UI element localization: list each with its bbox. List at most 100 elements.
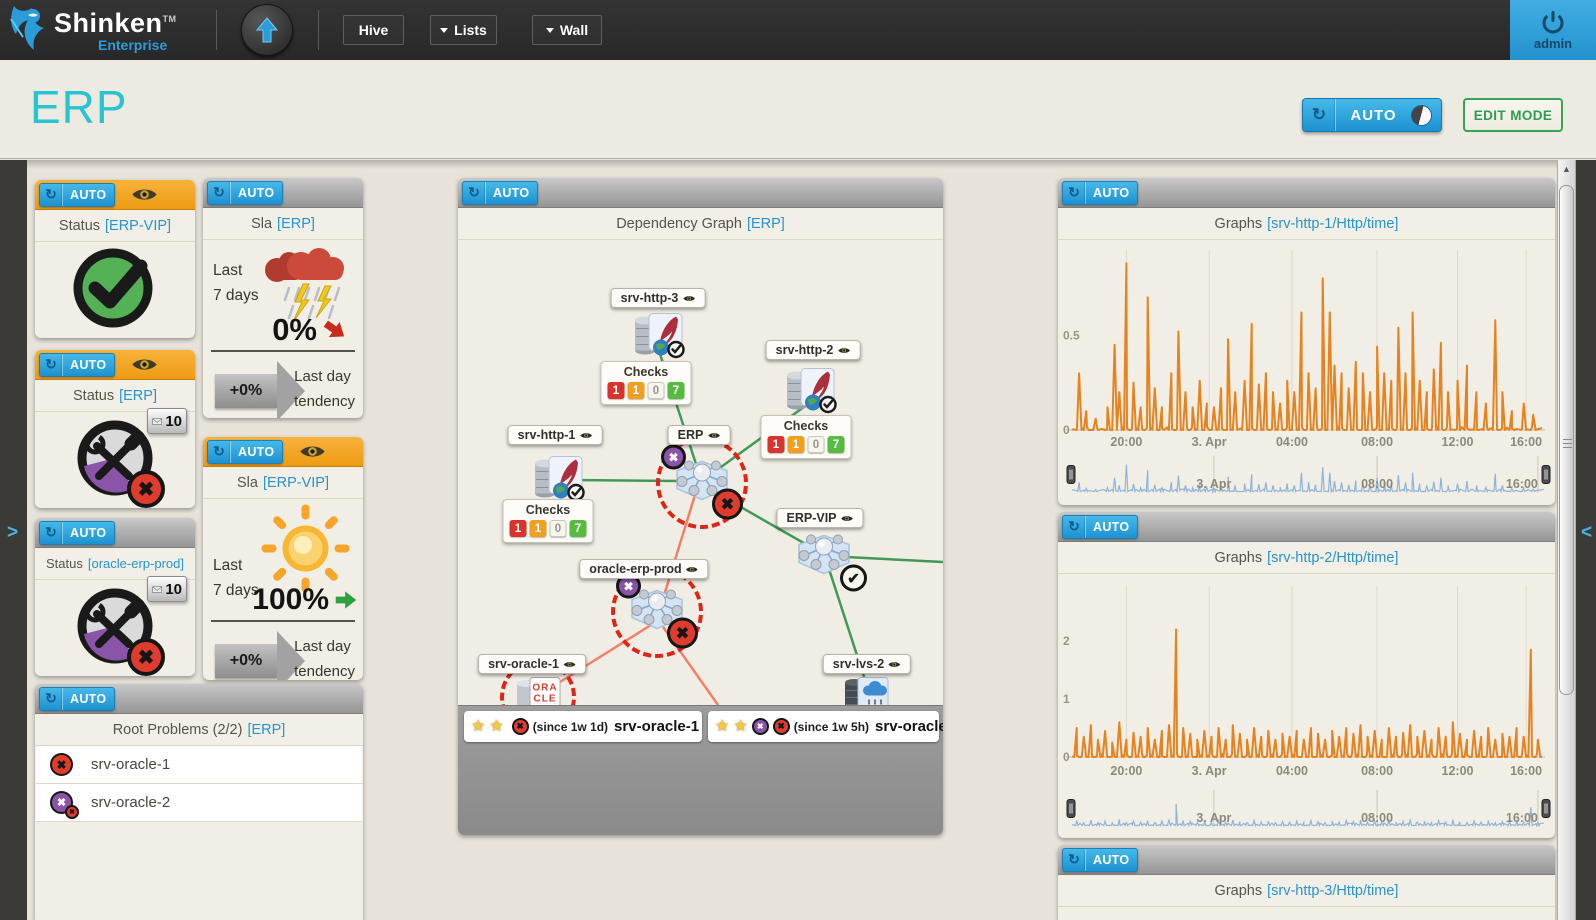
- scroll-top-button[interactable]: [241, 4, 293, 56]
- auto-refresh-button[interactable]: ↻ AUTO: [462, 181, 538, 205]
- title-link[interactable]: [ERP-VIP]: [105, 218, 171, 234]
- title-link[interactable]: [oracle-erp-prod]: [88, 556, 184, 571]
- svg-text:0: 0: [1063, 750, 1070, 764]
- title-link[interactable]: [ERP]: [277, 216, 315, 232]
- eye-icon: [682, 294, 695, 303]
- eye-icon: [707, 431, 720, 440]
- widget-header: ↻ AUTO: [35, 350, 195, 380]
- critical-status-icon: ✖: [512, 718, 529, 735]
- graph-node-ERP-VIP[interactable]: ✔: [791, 529, 857, 586]
- problem-summary-pill[interactable]: ★ ★ ✖ ✖ (since 1w 5h) srv-oracle-2: [708, 711, 939, 742]
- check-count-badge: 1: [608, 382, 625, 399]
- graph-node-label[interactable]: srv-lvs-2: [823, 654, 911, 674]
- widget-dependency-graph: ↻ AUTO Dependency Graph[ERP] srv-http-3C…: [458, 178, 943, 835]
- tendency-label: Last daytendency: [294, 364, 355, 414]
- user-menu[interactable]: admin: [1510, 0, 1596, 60]
- menu-lists[interactable]: Lists: [430, 15, 497, 45]
- menu-wall[interactable]: Wall: [532, 15, 602, 45]
- toggle-state-icon[interactable]: [1411, 105, 1432, 126]
- graph-node-label[interactable]: ERP-VIP: [776, 508, 863, 528]
- auto-refresh-button[interactable]: ↻ AUTO: [39, 183, 115, 207]
- graph-node-label[interactable]: oracle-erp-prod: [579, 559, 708, 579]
- checks-summary[interactable]: Checks1107: [601, 361, 692, 405]
- check-count-badge: 0: [550, 520, 567, 537]
- auto-refresh-button[interactable]: ↻ AUTO: [207, 440, 283, 464]
- timeseries-svg: 0.5020:003. Apr04:0008:0012:0016:003. Ap…: [1058, 240, 1555, 505]
- divider: [211, 620, 355, 622]
- graph-node-srv-oracle-1[interactable]: ORACLE: [514, 674, 562, 706]
- svg-text:20:00: 20:00: [1110, 435, 1142, 449]
- graph-node-label[interactable]: srv-oracle-1: [478, 654, 586, 674]
- brand-subtitle: Enterprise: [98, 37, 167, 53]
- problem-summary-pill[interactable]: ★ ★ ✖ (since 1w 1d) srv-oracle-1: [464, 711, 702, 742]
- ok-badge-icon: ✔: [840, 565, 867, 592]
- refresh-icon: ↻: [463, 184, 485, 201]
- auto-refresh-button[interactable]: ↻ AUTO: [39, 353, 115, 377]
- auto-refresh-button[interactable]: ↻ AUTO: [1062, 515, 1138, 539]
- dependency-graph-canvas[interactable]: srv-http-3 Checks1107 srv-http-2 Checks1107…: [458, 240, 943, 705]
- graph-node-label[interactable]: ERP: [668, 425, 731, 445]
- expand-right-panel-chevron[interactable]: <: [1581, 522, 1592, 544]
- widget-header: ↻ AUTO: [35, 518, 195, 548]
- left-panel-strip: >: [0, 160, 27, 920]
- refresh-icon: ↻: [1063, 184, 1085, 201]
- graph-node-srv-lvs-2[interactable]: [842, 673, 890, 706]
- graph-node-oracle-erp-prod[interactable]: ✖✖: [624, 584, 690, 641]
- sla-period-label: Last7 days: [213, 258, 259, 308]
- refresh-icon: ↻: [40, 690, 62, 707]
- auto-refresh-button[interactable]: ↻ AUTO: [39, 687, 115, 711]
- eye-icon[interactable]: [131, 356, 158, 373]
- problem-row[interactable]: ✖ ✖ srv-oracle-2: [36, 784, 362, 822]
- svg-text:08:00: 08:00: [1361, 435, 1393, 449]
- up-arrow-icon: [256, 17, 278, 43]
- graph-node-label[interactable]: srv-http-1: [508, 425, 603, 445]
- widget-title: Graphs[srv-http-3/Http/time]: [1058, 875, 1555, 907]
- title-link[interactable]: [ERP]: [747, 216, 785, 232]
- widget-status-oracle-erp-prod: ↻ AUTO Status[oracle-erp-prod] 10 ✖: [35, 518, 195, 676]
- edit-mode-button[interactable]: EDIT MODE: [1463, 98, 1563, 132]
- eye-icon[interactable]: [299, 443, 326, 460]
- title-link[interactable]: [ERP-VIP]: [263, 475, 329, 491]
- menu-hive[interactable]: Hive: [343, 15, 404, 45]
- checks-summary[interactable]: Checks1107: [503, 499, 594, 543]
- title-link[interactable]: [srv-http-1/Http/time]: [1267, 216, 1398, 232]
- scrollbar-thumb[interactable]: [1559, 185, 1574, 695]
- graph-node-ERP[interactable]: ✖✖: [669, 455, 735, 512]
- navigator-handle: [1542, 800, 1550, 818]
- auto-refresh-button[interactable]: ↻ AUTO: [207, 181, 283, 205]
- refresh-icon: ↻: [40, 524, 62, 541]
- graph-node-srv-http-3[interactable]: [631, 311, 685, 364]
- svg-text:3. Apr: 3. Apr: [1192, 435, 1227, 449]
- widget-graphs-srv-http-1: ↻ AUTO Graphs[srv-http-1/Http/time] 0.50…: [1058, 178, 1555, 505]
- svg-text:08:00: 08:00: [1361, 764, 1393, 778]
- dependency-graph-footer: ★ ★ ✖ (since 1w 1d) srv-oracle-1 ★ ★ ✖ ✖…: [458, 705, 943, 835]
- scrollbar-up-arrow[interactable]: ▲: [1558, 160, 1575, 177]
- title-link[interactable]: [ERP]: [119, 388, 157, 404]
- graph-node-label[interactable]: srv-http-2: [766, 340, 861, 360]
- expand-left-panel-chevron[interactable]: >: [7, 522, 18, 544]
- title-link[interactable]: [srv-http-2/Http/time]: [1267, 550, 1398, 566]
- problem-row[interactable]: ✖ srv-oracle-1: [36, 746, 362, 784]
- checks-summary[interactable]: Checks1107: [761, 415, 852, 459]
- svg-text:CLE: CLE: [534, 694, 557, 705]
- title-link[interactable]: [ERP]: [247, 722, 285, 738]
- auto-refresh-button[interactable]: ↻ AUTO: [1062, 181, 1138, 205]
- graph-node-srv-http-2[interactable]: [783, 366, 837, 419]
- notifications-badge[interactable]: 10: [147, 576, 187, 602]
- notifications-badge[interactable]: 10: [147, 408, 187, 434]
- svg-text:04:00: 04:00: [1276, 764, 1308, 778]
- auto-refresh-toggle[interactable]: ↻ AUTO: [1302, 98, 1442, 132]
- graph-node-label[interactable]: srv-http-3: [611, 288, 706, 308]
- widget-header: ↻ AUTO: [458, 178, 943, 208]
- svg-text:2: 2: [1063, 634, 1070, 648]
- widget-header: ↻ AUTO: [203, 178, 363, 208]
- shinken-dashboard: ShinkenTM Enterprise Hive Lists Wall adm…: [0, 0, 1596, 920]
- envelope-icon: [152, 416, 162, 427]
- auto-refresh-button[interactable]: ↻ AUTO: [1062, 848, 1138, 872]
- eye-icon[interactable]: [131, 186, 158, 203]
- critical-badge-icon: ✖: [667, 618, 698, 649]
- vertical-scrollbar[interactable]: ▲: [1557, 160, 1576, 920]
- auto-refresh-button[interactable]: ↻ AUTO: [39, 521, 115, 545]
- widget-title: Sla[ERP]: [203, 208, 363, 240]
- title-link[interactable]: [srv-http-3/Http/time]: [1267, 883, 1398, 899]
